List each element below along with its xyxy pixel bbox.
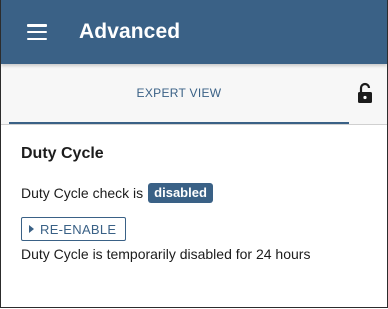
tab-bar: EXPERT VIEW bbox=[1, 64, 387, 125]
disable-note: Duty Cycle is temporarily disabled for 2… bbox=[21, 246, 311, 262]
duty-cycle-section: Duty Cycle Duty Cycle check is disabled … bbox=[1, 125, 387, 262]
play-arrow-icon bbox=[29, 225, 34, 233]
tab-expert-view-label: EXPERT VIEW bbox=[136, 86, 222, 100]
re-enable-button-label: RE-ENABLE bbox=[40, 221, 117, 237]
status-badge: disabled bbox=[148, 183, 213, 203]
duty-cycle-status: Duty Cycle check is disabled bbox=[21, 183, 387, 203]
section-heading: Duty Cycle bbox=[21, 145, 104, 162]
menu-icon-line-2 bbox=[27, 30, 47, 34]
menu-icon-line-1 bbox=[27, 24, 47, 27]
status-text: Duty Cycle check is bbox=[21, 185, 144, 201]
app-bar: Advanced bbox=[1, 0, 387, 64]
page-title: Advanced bbox=[79, 20, 181, 43]
tab-expert-view[interactable]: EXPERT VIEW bbox=[9, 64, 349, 124]
lock-open-icon[interactable] bbox=[357, 82, 373, 104]
re-enable-button[interactable]: RE-ENABLE bbox=[21, 217, 127, 241]
app-frame: Advanced EXPERT VIEW Duty Cycle Duty Cyc… bbox=[0, 0, 388, 308]
menu-icon-line-3 bbox=[27, 37, 47, 40]
menu-icon[interactable] bbox=[27, 24, 47, 40]
tab-active-indicator bbox=[9, 122, 349, 124]
